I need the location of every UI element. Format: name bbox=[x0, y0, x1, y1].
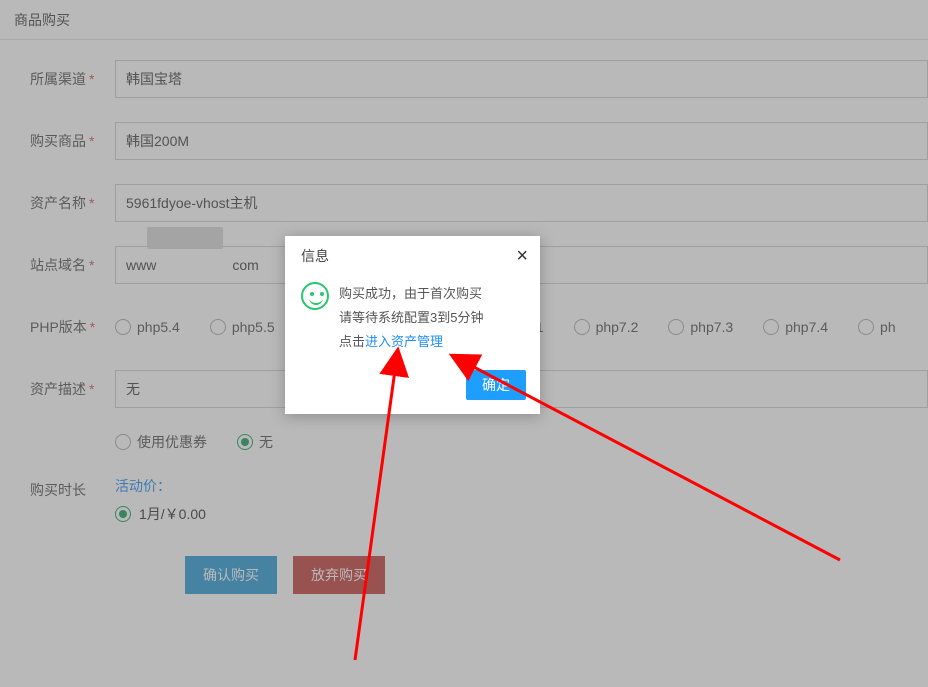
enter-asset-management-link[interactable]: 进入资产管理 bbox=[365, 334, 443, 349]
message-dialog: 信息 × 购买成功，由于首次购买 请等待系统配置3到5分钟 点击进入资产管理 确… bbox=[285, 236, 540, 414]
success-smile-icon bbox=[301, 282, 329, 310]
dialog-title: 信息 bbox=[301, 246, 329, 266]
dialog-ok-button[interactable]: 确定 bbox=[466, 370, 526, 400]
dialog-line-2: 请等待系统配置3到5分钟 bbox=[339, 306, 483, 330]
dialog-content: 购买成功，由于首次购买 请等待系统配置3到5分钟 点击进入资产管理 bbox=[339, 282, 483, 354]
dialog-line-3-prefix: 点击 bbox=[339, 334, 365, 349]
close-icon[interactable]: × bbox=[516, 246, 528, 266]
dialog-line-1: 购买成功，由于首次购买 bbox=[339, 282, 483, 306]
